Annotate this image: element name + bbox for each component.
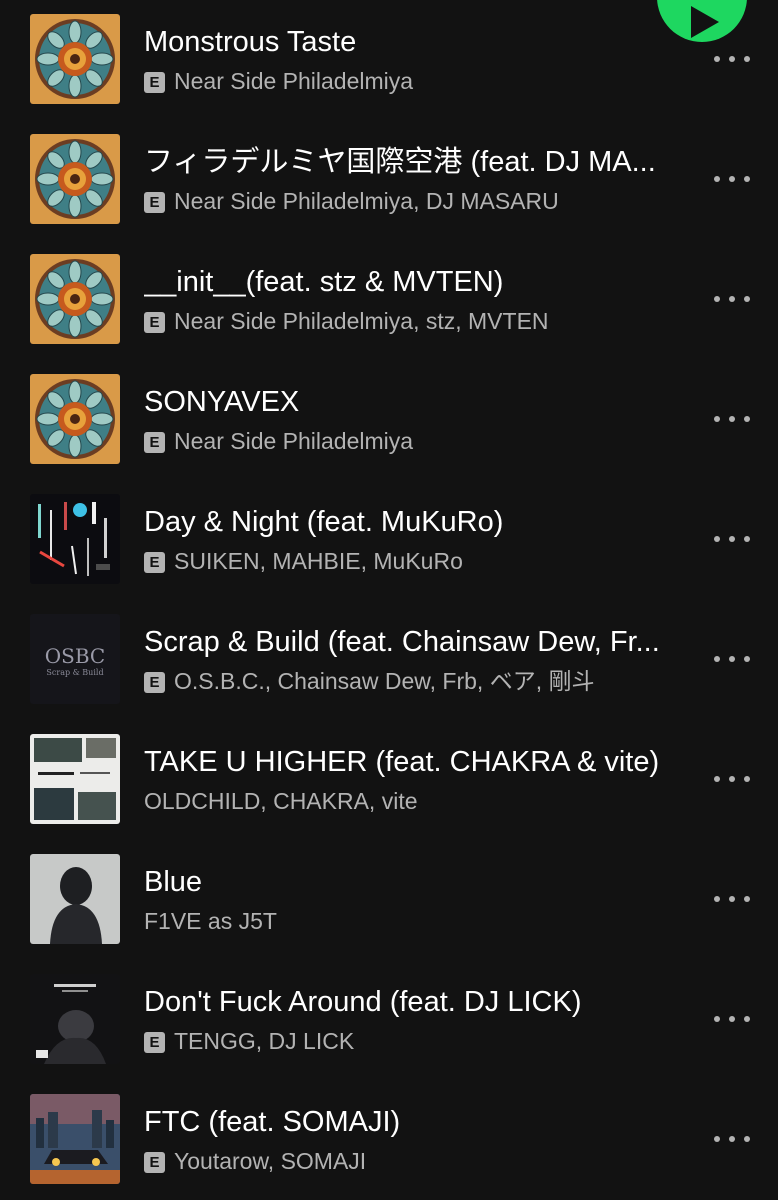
more-options-icon[interactable]	[712, 404, 752, 434]
more-options-icon[interactable]	[712, 1004, 752, 1034]
mandala-cover-art	[30, 14, 120, 104]
city-car-cover-art	[30, 1094, 120, 1184]
track-row[interactable]: Day & Night (feat. MuKuRo) E SUIKEN, MAHB…	[0, 480, 778, 600]
track-artists[interactable]: F1VE as J5T	[144, 908, 277, 934]
more-options-icon[interactable]	[712, 44, 752, 74]
track-title[interactable]: フィラデルミヤ国際空港 (feat. DJ MA...	[144, 144, 684, 180]
track-title[interactable]: TAKE U HIGHER (feat. CHAKRA & vite)	[144, 744, 684, 780]
track-title[interactable]: __init__(feat. stz & MVTEN)	[144, 264, 684, 300]
track-subline: E O.S.B.C., Chainsaw Dew, Frb, ベア, 剛斗	[144, 667, 684, 695]
track-artists[interactable]: Near Side Philadelmiya, stz, MVTEN	[174, 308, 549, 334]
more-options-icon[interactable]	[712, 644, 752, 674]
track-row[interactable]: FTC (feat. SOMAJI) E Youtarow, SOMAJI	[0, 1080, 778, 1200]
track-subline: F1VE as J5T	[144, 907, 684, 935]
explicit-badge: E	[144, 72, 165, 93]
track-title[interactable]: Day & Night (feat. MuKuRo)	[144, 504, 684, 540]
more-options-icon[interactable]	[712, 524, 752, 554]
osbc-cover-subtext: Scrap & Build	[46, 668, 103, 677]
mandala-cover-art	[30, 134, 120, 224]
track-row[interactable]: Don't Fuck Around (feat. DJ LICK) E TENGG…	[0, 960, 778, 1080]
track-row[interactable]: SONYAVEX E Near Side Philadelmiya	[0, 360, 778, 480]
track-title[interactable]: Monstrous Taste	[144, 24, 684, 60]
play-button[interactable]	[657, 0, 747, 42]
track-subline: E SUIKEN, MAHBIE, MuKuRo	[144, 547, 684, 575]
more-options-icon[interactable]	[712, 164, 752, 194]
track-row[interactable]: Blue F1VE as J5T	[0, 840, 778, 960]
track-title[interactable]: Blue	[144, 864, 684, 900]
track-artists[interactable]: Near Side Philadelmiya	[174, 428, 413, 454]
track-subline: E Youtarow, SOMAJI	[144, 1147, 684, 1175]
track-subline: E Near Side Philadelmiya, stz, MVTEN	[144, 307, 684, 335]
photo-collage-cover-art	[30, 734, 120, 824]
track-artists[interactable]: O.S.B.C., Chainsaw Dew, Frb, ベア, 剛斗	[174, 668, 595, 694]
explicit-badge: E	[144, 1152, 165, 1173]
explicit-badge: E	[144, 1032, 165, 1053]
track-title[interactable]: SONYAVEX	[144, 384, 684, 420]
track-row[interactable]: OSBC Scrap & Build Scrap & Build (feat. …	[0, 600, 778, 720]
explicit-badge: E	[144, 672, 165, 693]
dark-portrait-cover-art	[30, 974, 120, 1064]
track-row[interactable]: __init__(feat. stz & MVTEN) E Near Side P…	[0, 240, 778, 360]
track-artists[interactable]: TENGG, DJ LICK	[174, 1028, 354, 1054]
mandala-cover-art	[30, 374, 120, 464]
track-title[interactable]: FTC (feat. SOMAJI)	[144, 1104, 684, 1140]
explicit-badge: E	[144, 552, 165, 573]
track-list: Monstrous Taste E Near Side Philadelmiya	[0, 0, 778, 1200]
mandala-cover-art	[30, 254, 120, 344]
osbc-cover-art: OSBC Scrap & Build	[30, 614, 120, 704]
track-artists[interactable]: OLDCHILD, CHAKRA, vite	[144, 788, 418, 814]
track-subline: E TENGG, DJ LICK	[144, 1027, 684, 1055]
track-subline: E Near Side Philadelmiya	[144, 67, 684, 95]
more-options-icon[interactable]	[712, 1124, 752, 1154]
hooded-figure-cover-art	[30, 854, 120, 944]
track-title[interactable]: Don't Fuck Around (feat. DJ LICK)	[144, 984, 684, 1020]
track-row[interactable]: フィラデルミヤ国際空港 (feat. DJ MA... E Near Side P…	[0, 120, 778, 240]
track-subline: E Near Side Philadelmiya, DJ MASARU	[144, 187, 684, 215]
track-artists[interactable]: Near Side Philadelmiya, DJ MASARU	[174, 188, 559, 214]
more-options-icon[interactable]	[712, 284, 752, 314]
more-options-icon[interactable]	[712, 884, 752, 914]
more-options-icon[interactable]	[712, 764, 752, 794]
track-title[interactable]: Scrap & Build (feat. Chainsaw Dew, Fr...	[144, 624, 684, 660]
track-artists[interactable]: Near Side Philadelmiya	[174, 68, 413, 94]
track-artists[interactable]: Youtarow, SOMAJI	[174, 1148, 366, 1174]
track-subline: E Near Side Philadelmiya	[144, 427, 684, 455]
explicit-badge: E	[144, 312, 165, 333]
play-icon	[691, 6, 719, 38]
osbc-cover-text: OSBC	[45, 644, 105, 668]
track-subline: OLDCHILD, CHAKRA, vite	[144, 787, 684, 815]
track-row[interactable]: TAKE U HIGHER (feat. CHAKRA & vite) OLDC…	[0, 720, 778, 840]
explicit-badge: E	[144, 432, 165, 453]
neon-night-cover-art	[30, 494, 120, 584]
track-artists[interactable]: SUIKEN, MAHBIE, MuKuRo	[174, 548, 463, 574]
explicit-badge: E	[144, 192, 165, 213]
